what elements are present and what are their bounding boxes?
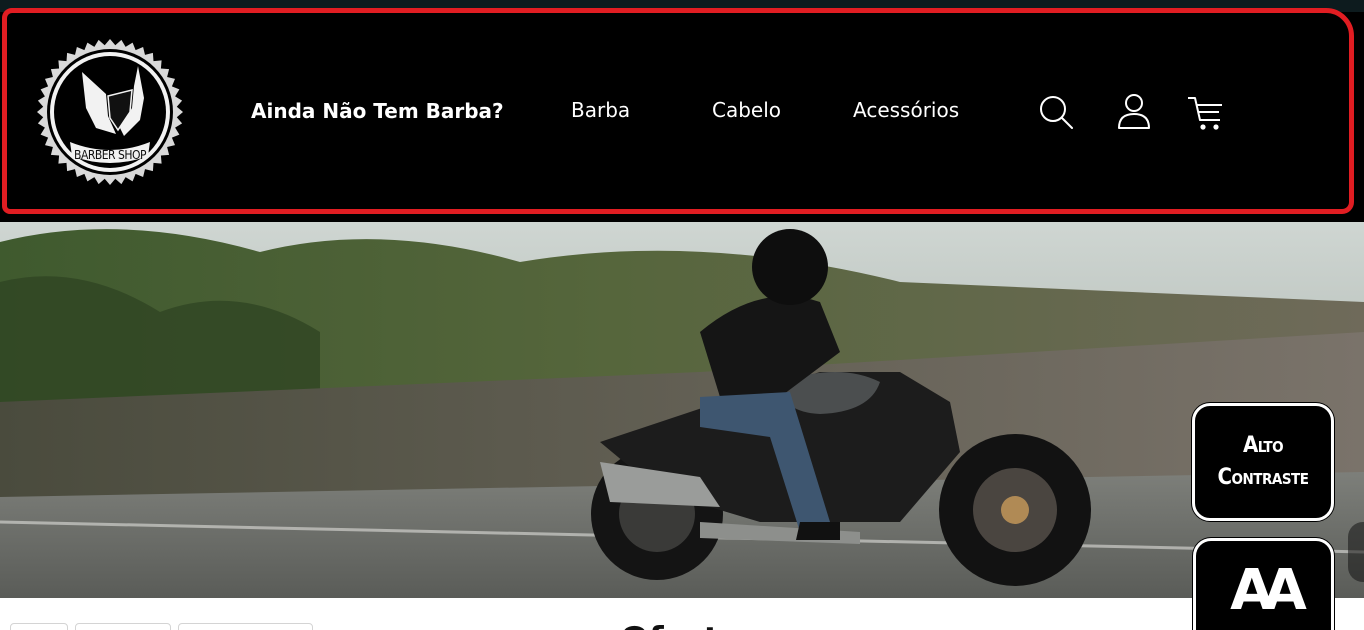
filter-chip[interactable] [178, 623, 313, 630]
nav-link-accessories[interactable]: Acessórios [853, 98, 959, 122]
font-size-button[interactable]: AA [1193, 538, 1334, 630]
high-contrast-button[interactable]: Alto Contraste [1192, 403, 1334, 521]
page: BARBER SHOP Ainda Não Tem Barba? Barba C… [0, 0, 1364, 630]
motorcycle-rider-hero-image [0, 222, 1364, 598]
high-contrast-label-line2: Contraste [1217, 465, 1309, 490]
nav-link-beard[interactable]: Barba [571, 98, 630, 122]
cart-icon[interactable] [1186, 92, 1226, 132]
content-section: Ofert [0, 598, 1364, 630]
logo-text: BARBER SHOP [74, 148, 147, 162]
top-strip [0, 0, 1364, 12]
filter-chip[interactable] [10, 623, 68, 630]
section-title: Ofert [620, 620, 720, 630]
high-contrast-label-line1: Alto [1242, 433, 1284, 458]
nav-link-no-beard[interactable]: Ainda Não Tem Barba? [251, 99, 504, 123]
carousel-next-control[interactable] [1348, 522, 1364, 582]
search-icon[interactable] [1036, 92, 1076, 132]
font-size-label: AA [1230, 558, 1307, 623]
site-header: BARBER SHOP Ainda Não Tem Barba? Barba C… [0, 0, 1364, 222]
user-icon[interactable] [1114, 92, 1154, 132]
barber-shop-logo[interactable]: BARBER SHOP [36, 38, 184, 186]
filter-chip[interactable] [75, 623, 171, 630]
nav-link-hair[interactable]: Cabelo [712, 98, 781, 122]
